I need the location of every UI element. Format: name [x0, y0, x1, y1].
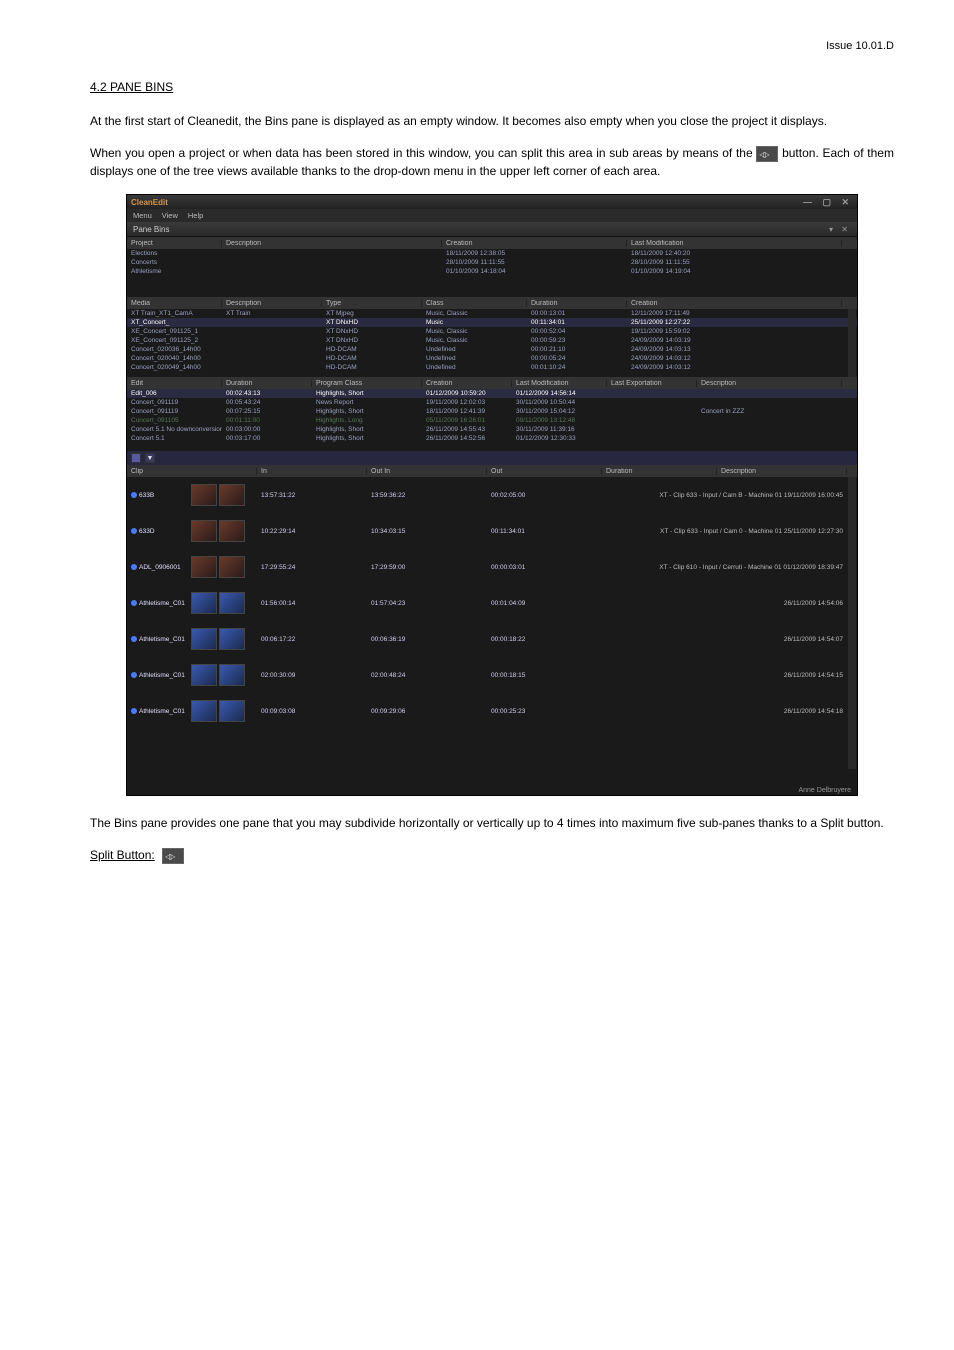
- section-heading: 4.2 PANE BINS: [90, 80, 894, 94]
- clip-thumbnail-out: [219, 592, 245, 614]
- edits-columns[interactable]: Edit Duration Program Class Creation Las…: [127, 377, 857, 389]
- clip-thumbnail-out: [219, 556, 245, 578]
- split-button-note: Split Button:: [90, 846, 894, 864]
- edit-row[interactable]: Edit_00600:02:43:13Highlights, Short01/1…: [127, 389, 857, 398]
- clip-row[interactable]: Athletisme_C01 01:56:00:14 01:57:04:23 0…: [127, 585, 857, 621]
- clips-scrollbar[interactable]: [848, 477, 856, 769]
- media-scrollbar[interactable]: [848, 309, 856, 377]
- clip-thumbnail-out: [219, 700, 245, 722]
- intro-paragraph-2: When you open a project or when data has…: [90, 144, 894, 180]
- media-row[interactable]: XT Train_XT1_CamAXT TrainXT MjpegMusic, …: [127, 309, 857, 318]
- clips-columns[interactable]: Clip In Out In Out Duration Description: [127, 465, 857, 477]
- clip-row[interactable]: Athletisme_C01 00:06:17:22 00:06:36:19 0…: [127, 621, 857, 657]
- below-screenshot-paragraph: The Bins pane provides one pane that you…: [90, 814, 894, 832]
- clips-toolbar: ▼: [127, 451, 857, 465]
- project-row[interactable]: Elections18/11/2009 12:38:0518/11/2009 1…: [127, 249, 857, 258]
- media-row[interactable]: XT_Concert_XT DNxHDMusic00:11:34:0125/11…: [127, 318, 857, 327]
- clip-status-dot: [131, 492, 137, 498]
- clip-status-dot: [131, 708, 137, 714]
- edit-row[interactable]: Concert_09111900:07:25:15Highlights, Sho…: [127, 407, 857, 416]
- media-columns[interactable]: Media Description Type Class Duration Cr…: [127, 297, 857, 309]
- clip-row[interactable]: Athletisme_C01 02:00:30:09 02:00:48:24 0…: [127, 657, 857, 693]
- clip-status-dot: [131, 528, 137, 534]
- media-row[interactable]: Concert_020040_14h00HD-DCAMUndefined00:0…: [127, 354, 857, 363]
- pane-bins-title: Pane Bins: [133, 225, 169, 234]
- window-titlebar: CleanEdit — ▢ ✕: [127, 195, 857, 209]
- edit-row[interactable]: Concert_09110500:01:11:00Highlights, Lon…: [127, 416, 857, 425]
- issue-number: Issue 10.01.D: [826, 40, 894, 52]
- edits-body: Edit_00600:02:43:13Highlights, Short01/1…: [127, 389, 857, 451]
- clip-thumbnail-in: [191, 484, 217, 506]
- clips-view-tiles-icon[interactable]: [131, 453, 141, 463]
- clip-thumbnail-out: [219, 520, 245, 542]
- menu-view[interactable]: View: [162, 211, 178, 220]
- media-row[interactable]: XE_Concert_091125_1XT DNxHDMusic, Classi…: [127, 327, 857, 336]
- clip-thumbnail-in: [191, 628, 217, 650]
- cleanedit-screenshot: CleanEdit — ▢ ✕ Menu View Help Pane Bins…: [126, 194, 858, 796]
- split-icon-note: [162, 848, 184, 864]
- clip-status-dot: [131, 600, 137, 606]
- clip-thumbnail-in: [191, 592, 217, 614]
- clip-thumbnail-out: [219, 628, 245, 650]
- clip-status-dot: [131, 672, 137, 678]
- menu-help[interactable]: Help: [188, 211, 203, 220]
- menu-bar[interactable]: Menu View Help: [127, 209, 857, 222]
- clip-row[interactable]: 633D 10:22:29:14 10:34:03:15 00:11:34:01…: [127, 513, 857, 549]
- project-row[interactable]: Concerts28/10/2009 11:11:5528/10/2009 11…: [127, 258, 857, 267]
- clip-thumbnail-out: [219, 664, 245, 686]
- clip-thumbnail-out: [219, 484, 245, 506]
- edit-row[interactable]: Concert_09111900:05:43:24News Report19/1…: [127, 398, 857, 407]
- edit-row[interactable]: Concert 5.100:03:17:00Highlights, Short2…: [127, 434, 857, 443]
- footer-username: Anne Delbruyere: [798, 787, 851, 794]
- edit-row[interactable]: Concert 5.1 No downconversion00:03:00:00…: [127, 425, 857, 434]
- clips-body: 633B 13:57:31:22 13:59:36:22 00:02:05:00…: [127, 477, 857, 769]
- media-row[interactable]: XE_Concert_091125_2XT DNxHDMusic, Classi…: [127, 336, 857, 345]
- app-title: CleanEdit: [131, 198, 168, 207]
- split-icon-inline: [756, 146, 778, 162]
- clip-row[interactable]: ADL_0906001 17:29:55:24 17:29:59:00 00:0…: [127, 549, 857, 585]
- clip-thumbnail-in: [191, 700, 217, 722]
- projects-body: Elections18/11/2009 12:38:0518/11/2009 1…: [127, 249, 857, 297]
- clip-row[interactable]: 633B 13:57:31:22 13:59:36:22 00:02:05:00…: [127, 477, 857, 513]
- clip-status-dot: [131, 564, 137, 570]
- clip-thumbnail-in: [191, 556, 217, 578]
- clip-thumbnail-in: [191, 664, 217, 686]
- media-body: XT Train_XT1_CamAXT TrainXT MjpegMusic, …: [127, 309, 857, 377]
- media-row[interactable]: Concert_020036_14h00HD-DCAMUndefined00:0…: [127, 345, 857, 354]
- clip-status-dot: [131, 636, 137, 642]
- media-row[interactable]: Concert_020049_14h00HD-DCAMUndefined00:0…: [127, 363, 857, 372]
- pane-bins-buttons[interactable]: ▾ ✕: [829, 225, 851, 234]
- intro-paragraph-1: At the first start of Cleanedit, the Bin…: [90, 112, 894, 130]
- menu-menu[interactable]: Menu: [133, 211, 152, 220]
- window-buttons[interactable]: — ▢ ✕: [803, 197, 853, 208]
- project-row[interactable]: Athletisme01/10/2009 14:18:0401/10/2009 …: [127, 267, 857, 276]
- clip-thumbnail-in: [191, 520, 217, 542]
- pane-bins-header: Pane Bins ▾ ✕: [127, 222, 857, 237]
- projects-columns[interactable]: Project Description Creation Last Modifi…: [127, 237, 857, 249]
- clips-filter-icon[interactable]: ▼: [145, 453, 155, 463]
- clip-row[interactable]: Athletisme_C01 00:09:03:08 00:09:29:06 0…: [127, 693, 857, 729]
